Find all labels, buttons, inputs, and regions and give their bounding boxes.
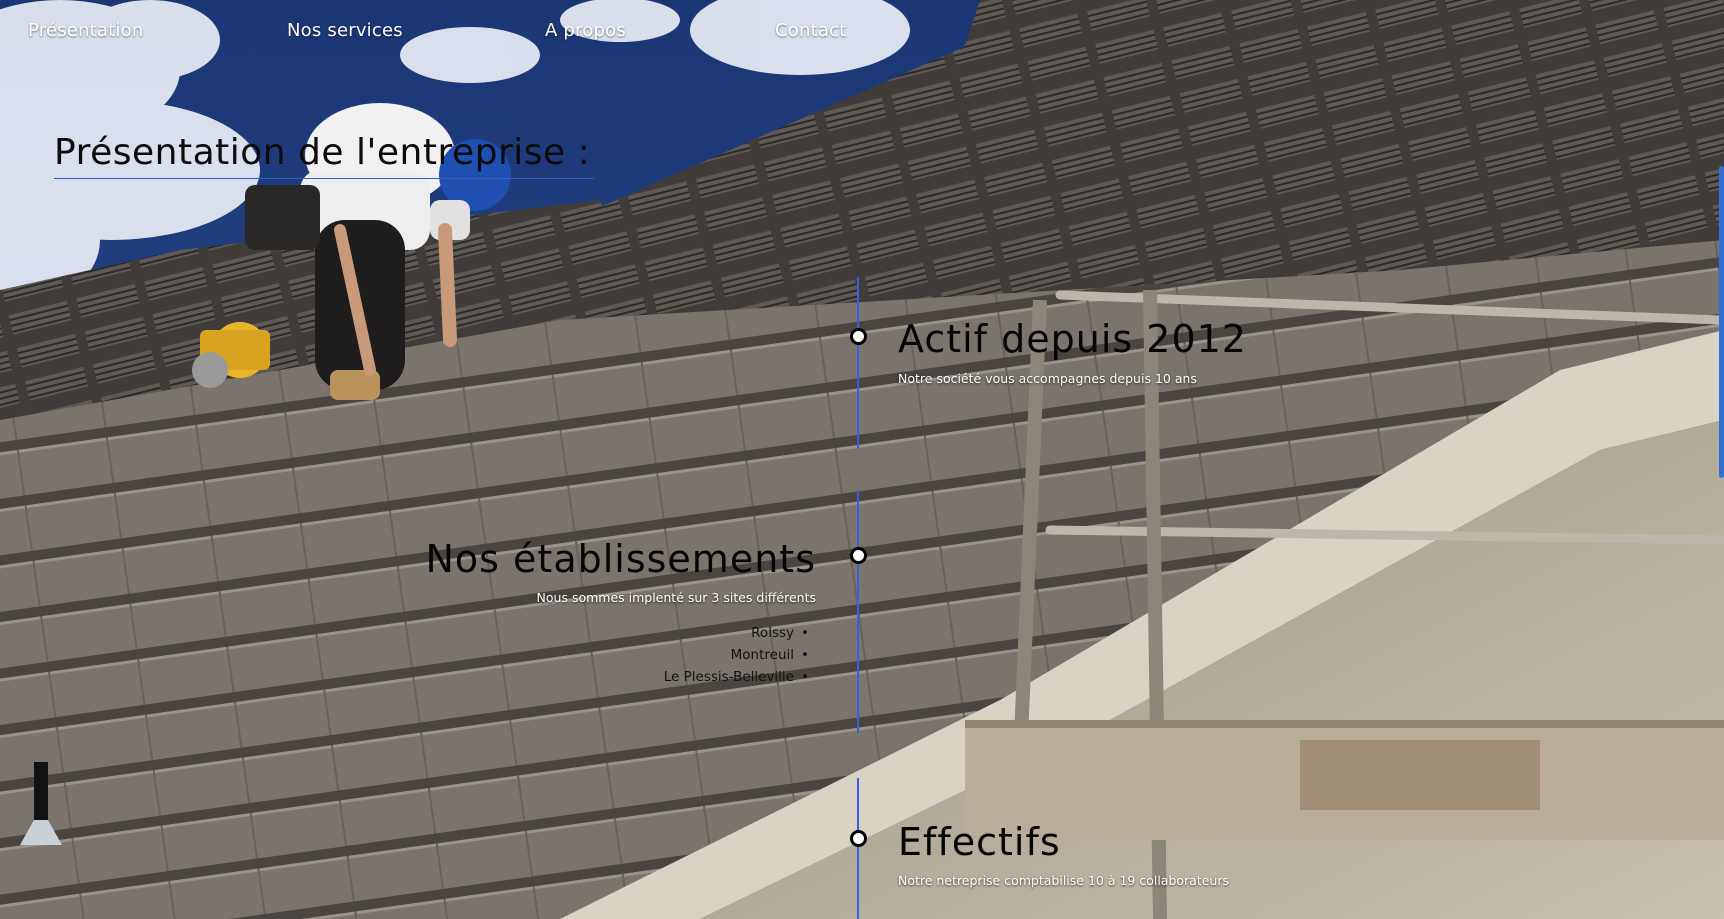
timeline-dot-1: [850, 328, 867, 345]
main-nav: Présentation Nos services A propos Conta…: [0, 0, 1000, 64]
sites-list: Roissy Montreuil Le Plessis-Belleville: [664, 622, 816, 688]
title-underline: [54, 178, 594, 179]
site-item: Roissy: [664, 622, 816, 644]
timeline-heading-establishments: Nos établissements: [425, 537, 816, 581]
timeline-heading-staff: Effectifs: [898, 820, 1061, 864]
nav-services[interactable]: Nos services: [287, 20, 403, 41]
timeline-text-active: Notre société vous accompagnes depuis 10…: [898, 371, 1197, 386]
timeline-line-3: [857, 778, 859, 919]
nav-about[interactable]: A propos: [545, 20, 626, 41]
site-item: Montreuil: [664, 644, 816, 666]
nav-presentation[interactable]: Présentation: [28, 20, 143, 41]
nav-contact[interactable]: Contact: [775, 20, 846, 41]
timeline-text-staff: Notre netreprise comptabilise 10 à 19 co…: [898, 873, 1230, 888]
site-item: Le Plessis-Belleville: [664, 666, 816, 688]
timeline-dot-3: [850, 830, 867, 847]
timeline-line-1: [857, 277, 859, 449]
timeline-dot-2: [850, 547, 867, 564]
page-title: Présentation de l'entreprise :: [54, 132, 591, 173]
timeline-heading-active: Actif depuis 2012: [898, 317, 1247, 361]
timeline-text-establishments: Nous sommes implenté sur 3 sites différe…: [536, 590, 816, 605]
timeline-line-2: [857, 490, 859, 733]
page-scrollbar[interactable]: [1719, 166, 1724, 478]
